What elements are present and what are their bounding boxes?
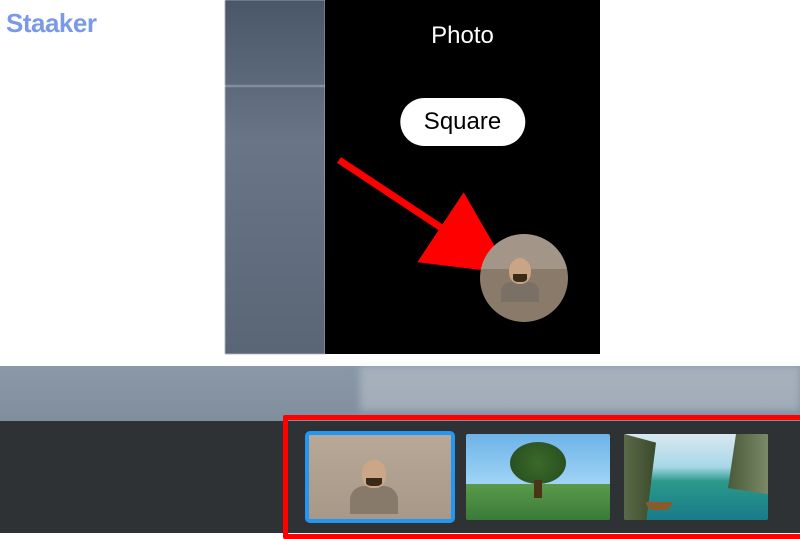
person-icon (509, 258, 539, 302)
person-icon (362, 460, 398, 514)
camera-controls-area: Photo Square (325, 0, 600, 354)
camera-preview-panel: Photo Square (225, 0, 600, 354)
gallery-thumb-selfie[interactable] (308, 434, 452, 520)
cliff-icon (728, 434, 768, 494)
gallery-thumb-lake[interactable] (624, 434, 768, 520)
filmstrip-spacer (0, 421, 290, 533)
boat-icon (646, 502, 672, 510)
tree-icon (510, 442, 566, 498)
gallery-thumbnails (290, 434, 768, 520)
camera-mode-label: Photo (431, 22, 494, 50)
gallery-filmstrip (0, 421, 800, 533)
watermark-text: Staaker (6, 8, 96, 39)
gallery-panel (0, 366, 800, 533)
preview-background-left (225, 0, 325, 354)
aspect-ratio-button[interactable]: Square (400, 98, 525, 146)
gallery-thumb-tree[interactable] (466, 434, 610, 520)
last-photo-thumbnail[interactable] (480, 234, 568, 322)
